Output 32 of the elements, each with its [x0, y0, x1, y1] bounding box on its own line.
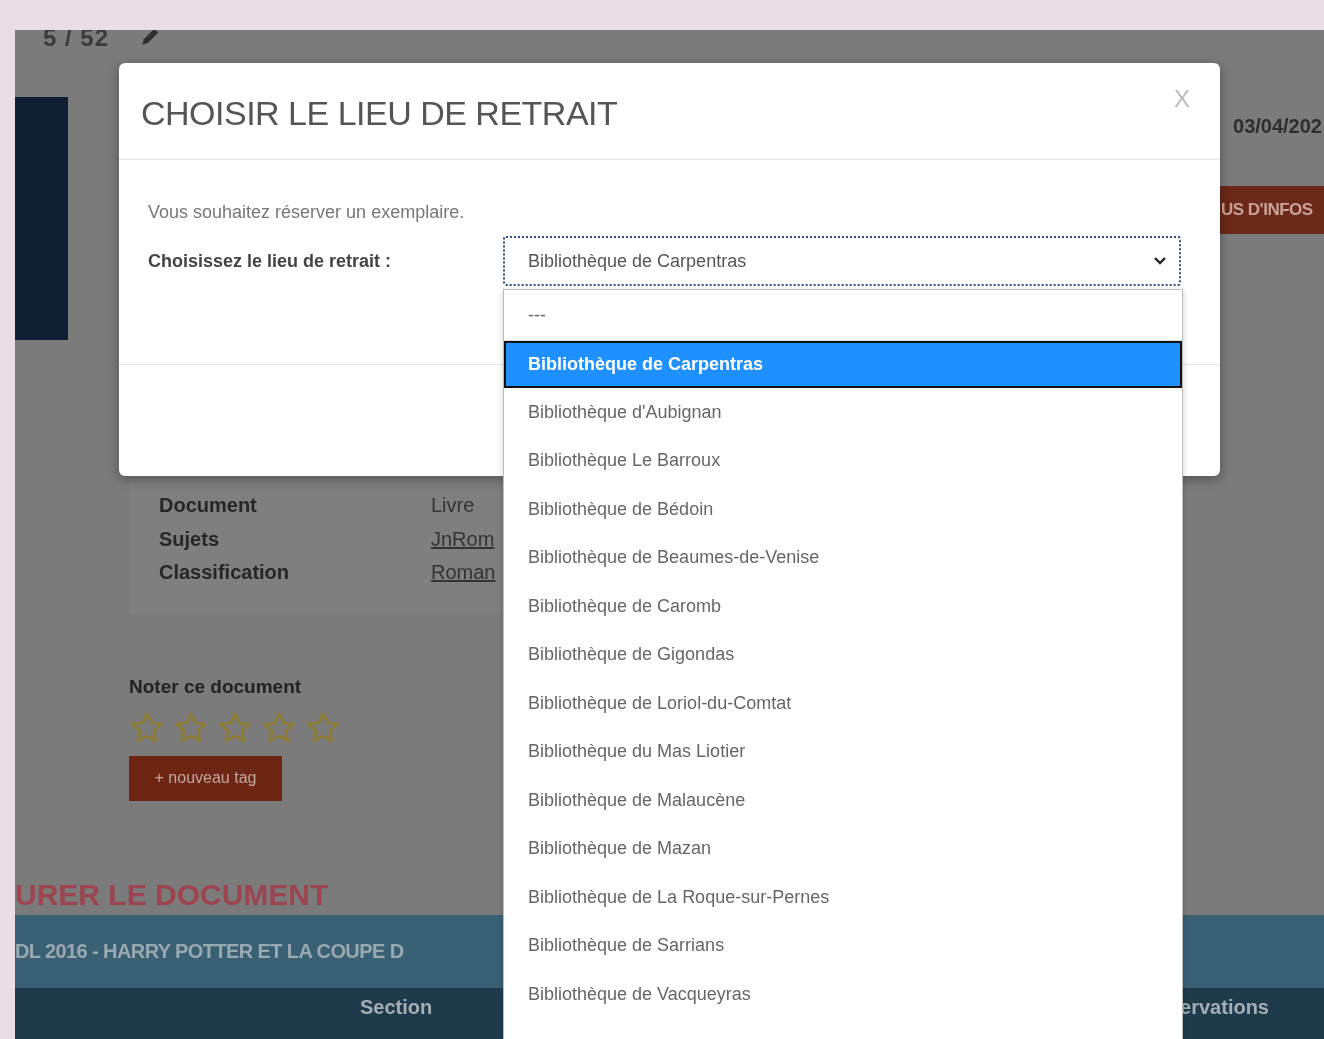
intro-text: Vous souhaitez réserver un exemplaire. [148, 202, 466, 224]
dropdown-option[interactable]: Bibliothèque Le Barroux [504, 436, 1182, 485]
dropdown-option[interactable]: Bibliothèque de La Roque-sur-Pernes [504, 873, 1182, 922]
dropdown-option[interactable]: Bibliothèque de Beaumes-de-Venise [504, 533, 1182, 582]
location-select[interactable]: Bibliothèque de Carpentras [503, 236, 1181, 286]
dropdown-option[interactable]: Bibliothèque de Sarrians [504, 921, 1182, 970]
detail-label: Classification [159, 561, 290, 585]
dropdown-option[interactable]: Bibliothèque de Carpentras [504, 341, 1182, 388]
dropdown-option[interactable]: Bibliothèque du Mas Liotier [504, 727, 1182, 776]
more-info-button[interactable]: US D'INFOS [1218, 186, 1324, 234]
dropdown-option[interactable]: Bibliothèque de Malaucène [504, 776, 1182, 825]
column-header[interactable]: Section [360, 995, 433, 1019]
dropdown-option[interactable]: Bibliothèque de Mazan [504, 824, 1182, 873]
dropdown-option[interactable]: Bibliothèque d'Aubignan [504, 388, 1182, 437]
field-label: Choisissez le lieu de retrait : [148, 250, 393, 272]
detail-value: Livre [431, 494, 475, 518]
dialog-title: CHOISIR LE LIEU DE RETRAIT [141, 92, 619, 133]
dropdown-option[interactable]: Bibliothèque de Caromb [504, 582, 1182, 631]
dropdown-option[interactable]: Bibliothèque de Vacqueyras [504, 970, 1182, 1019]
dropdown-option[interactable]: Bibliothèque de Gigondas [504, 630, 1182, 679]
detail-label: Sujets [159, 527, 220, 551]
detail-label: Document [159, 494, 257, 518]
band-title: DL 2016 - HARRY POTTER ET LA COUPE D [15, 939, 404, 963]
chevron-down-icon [1153, 256, 1167, 266]
detail-link[interactable]: Roman [431, 561, 496, 585]
dropdown-option[interactable]: Bibliothèque de Bédoin [504, 485, 1182, 534]
column-header[interactable]: ervations [1180, 995, 1269, 1019]
rating-label: Noter ce document [129, 675, 303, 698]
new-tag-button[interactable]: + nouveau tag [129, 755, 282, 801]
detail-link[interactable]: JnRom [431, 527, 495, 551]
date-text: 03/04/202 [1233, 115, 1323, 138]
dropdown-option[interactable]: Bibliothèque de Loriol-du-Comtat [504, 679, 1182, 728]
